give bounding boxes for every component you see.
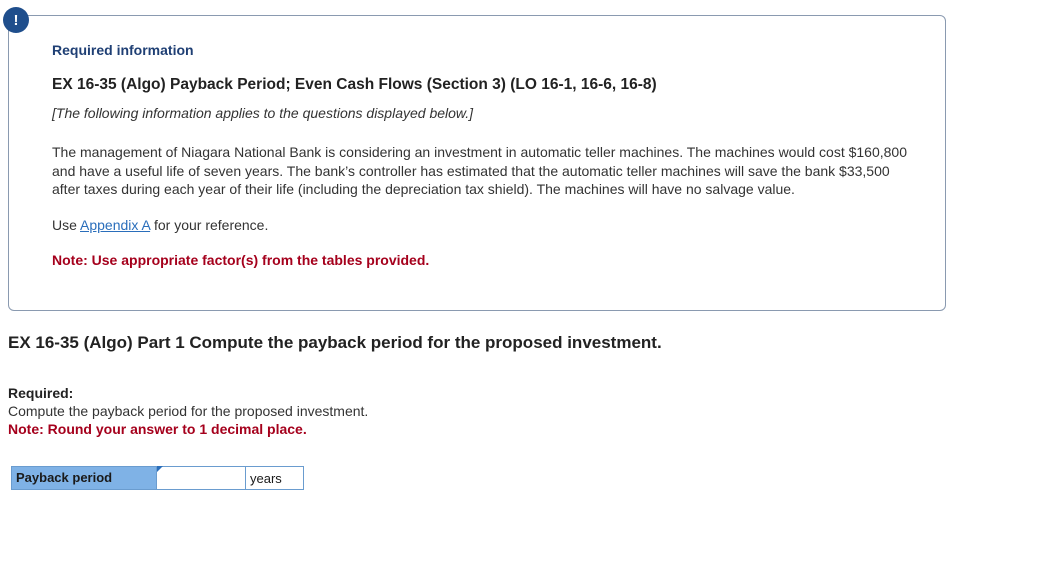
alert-icon: ! (3, 7, 29, 33)
applies-note: [The following information applies to th… (52, 105, 474, 121)
rounding-note: Note: Round your answer to 1 decimal pla… (8, 421, 307, 437)
required-block: Required: Compute the payback period for… (8, 385, 368, 437)
appendix-reference-line: Use Appendix A for your reference. (52, 217, 912, 233)
answer-row: Payback period years (11, 466, 304, 490)
required-information-heading: Required information (52, 42, 194, 58)
answer-input-wrapper (157, 466, 246, 490)
years-unit-label: years (246, 466, 304, 490)
input-flag-icon (157, 466, 163, 472)
exercise-title: EX 16-35 (Algo) Payback Period; Even Cas… (52, 76, 657, 93)
appendix-a-link[interactable]: Appendix A (80, 217, 150, 233)
required-text: Compute the payback period for the propo… (8, 403, 369, 419)
use-suffix: for your reference. (150, 216, 269, 233)
payback-period-label: Payback period (11, 466, 157, 490)
use-prefix: Use (52, 216, 81, 233)
part-title: EX 16-35 (Algo) Part 1 Compute the payba… (8, 333, 662, 352)
required-label: Required: (8, 385, 74, 401)
factor-note: Note: Use appropriate factor(s) from the… (52, 251, 430, 268)
problem-paragraph: The management of Niagara National Bank … (52, 144, 907, 197)
payback-period-input[interactable] (157, 466, 246, 490)
required-information-panel: Required information EX 16-35 (Algo) Pay… (8, 15, 946, 311)
info-content: Required information EX 16-35 (Algo) Pay… (52, 42, 912, 268)
